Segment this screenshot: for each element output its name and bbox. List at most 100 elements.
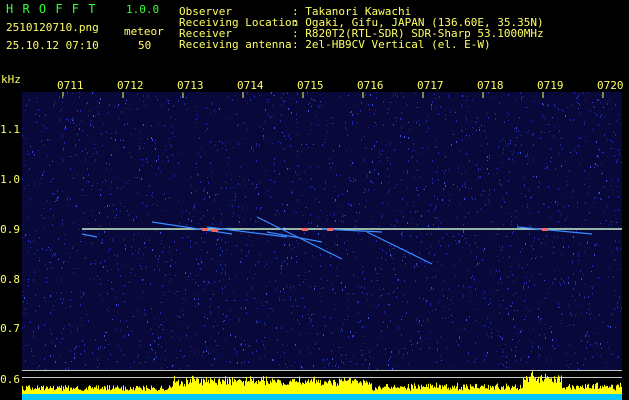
noise-speck — [502, 246, 503, 248]
level-bar — [137, 386, 138, 394]
noise-speck — [303, 215, 304, 216]
noise-speck — [392, 258, 393, 259]
noise-speck — [247, 92, 248, 94]
noise-speck — [480, 176, 481, 178]
noise-speck — [188, 219, 189, 220]
noise-speck — [362, 272, 363, 274]
noise-speck — [236, 114, 237, 115]
noise-speck — [348, 95, 349, 96]
noise-speck — [39, 257, 40, 258]
noise-speck — [351, 111, 352, 113]
noise-speck — [246, 244, 247, 246]
level-bar — [437, 387, 438, 394]
level-bar — [558, 375, 559, 394]
noise-speck — [124, 285, 125, 287]
level-bar — [302, 382, 303, 394]
noise-speck — [368, 367, 369, 369]
noise-speck — [517, 310, 518, 311]
noise-speck — [612, 108, 613, 109]
level-bar — [586, 387, 587, 394]
noise-speck — [601, 226, 602, 227]
level-bar — [59, 386, 60, 394]
x-tick: 0711 — [57, 79, 84, 92]
level-bar — [479, 388, 480, 394]
noise-speck — [476, 295, 477, 296]
noise-speck — [477, 309, 478, 310]
noise-speck — [160, 336, 161, 338]
x-tick: 0715 — [297, 79, 324, 92]
noise-speck — [613, 259, 614, 260]
noise-speck — [40, 178, 41, 179]
level-bar — [360, 381, 361, 394]
noise-speck — [352, 335, 353, 337]
noise-speck — [417, 102, 418, 103]
noise-speck — [499, 179, 500, 181]
noise-speck — [299, 178, 300, 180]
noise-speck — [380, 160, 381, 161]
level-bar — [65, 385, 66, 394]
noise-speck — [254, 96, 255, 98]
level-bar — [323, 384, 324, 394]
noise-speck — [276, 327, 277, 329]
noise-speck — [448, 245, 449, 247]
noise-speck — [445, 317, 446, 319]
noise-speck — [225, 145, 226, 146]
noise-speck — [553, 247, 554, 248]
noise-speck — [151, 137, 152, 139]
level-bar — [543, 381, 544, 394]
level-bar — [581, 386, 582, 394]
noise-speck — [351, 206, 352, 207]
noise-speck — [442, 199, 443, 201]
noise-speck — [491, 336, 492, 338]
noise-speck — [394, 290, 395, 291]
noise-speck — [221, 187, 222, 189]
level-bar — [148, 388, 149, 394]
noise-speck — [598, 99, 599, 101]
noise-speck — [221, 272, 222, 274]
noise-speck — [310, 321, 311, 323]
noise-speck — [559, 282, 560, 283]
noise-speck — [231, 179, 232, 180]
noise-speck — [142, 279, 143, 281]
noise-speck — [191, 185, 192, 186]
noise-speck — [200, 268, 201, 270]
noise-speck — [41, 140, 42, 142]
level-bar — [316, 379, 317, 394]
noise-speck — [363, 192, 364, 193]
noise-speck — [155, 143, 156, 144]
noise-speck — [343, 221, 344, 223]
noise-speck — [421, 242, 422, 243]
noise-speck — [247, 294, 248, 295]
noise-speck — [245, 138, 246, 139]
noise-speck — [477, 211, 478, 213]
level-bar — [228, 384, 229, 394]
noise-speck — [63, 96, 64, 98]
noise-speck — [607, 206, 608, 207]
noise-speck — [225, 273, 226, 275]
noise-speck — [117, 177, 118, 178]
noise-speck — [286, 130, 287, 131]
noise-speck — [386, 252, 387, 254]
noise-speck — [200, 181, 201, 183]
noise-speck — [204, 198, 205, 200]
noise-speck — [231, 254, 232, 255]
noise-speck — [263, 344, 264, 346]
noise-speck — [529, 280, 530, 282]
noise-speck — [230, 319, 231, 320]
noise-speck — [456, 217, 457, 218]
noise-speck — [393, 95, 394, 97]
level-bar — [46, 386, 47, 394]
noise-speck — [256, 340, 257, 342]
noise-speck — [314, 100, 315, 101]
noise-speck — [50, 208, 51, 210]
noise-speck — [279, 213, 280, 214]
noise-speck — [584, 297, 585, 298]
level-bar — [173, 381, 174, 394]
noise-speck — [165, 274, 166, 276]
noise-speck — [110, 193, 111, 195]
noise-speck — [297, 151, 298, 152]
noise-speck — [259, 254, 260, 255]
noise-speck — [73, 272, 74, 273]
noise-speck — [124, 335, 125, 337]
level-bar — [300, 382, 301, 394]
